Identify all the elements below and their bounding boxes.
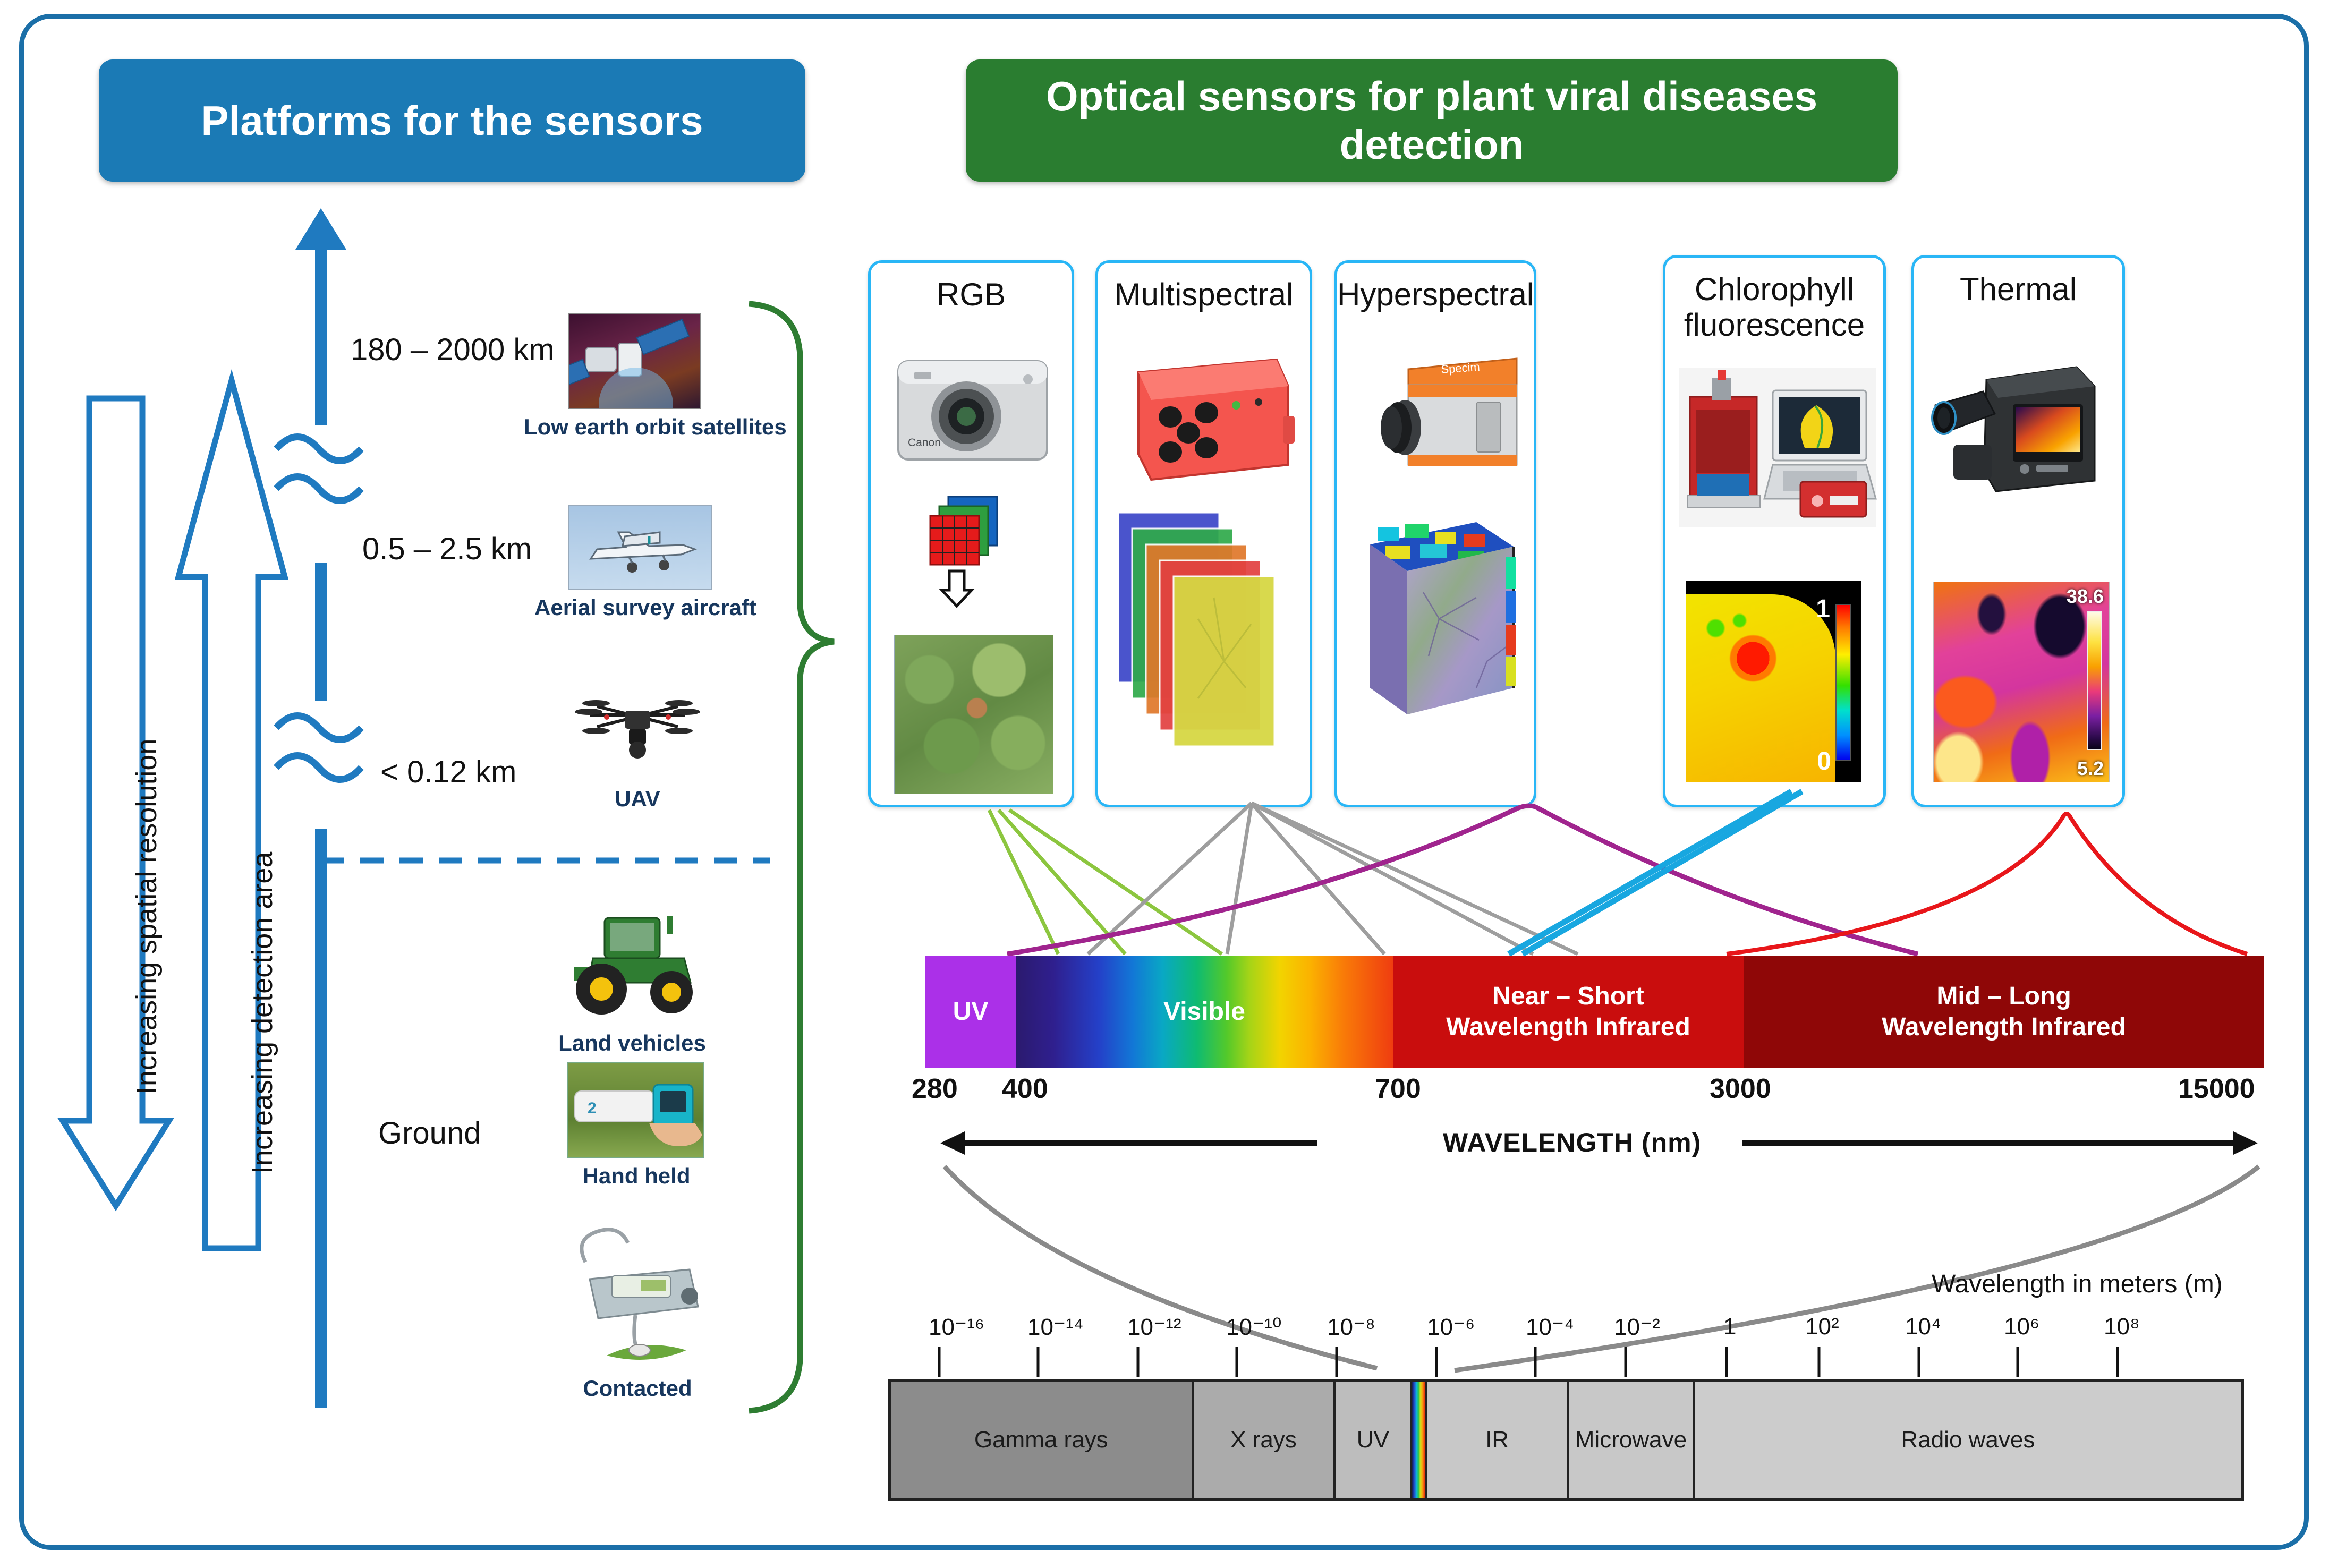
sensor-box-multispectral[interactable]: Multispectral: [1095, 260, 1312, 807]
spectrum-band-uv-label: UV: [953, 998, 989, 1026]
thermal-legend-max: 38.6: [2066, 585, 2104, 607]
em-tick-label-7: 10⁻²: [1614, 1314, 1660, 1340]
fluorescence-colorbar: [1835, 604, 1851, 761]
spectrum-band-visible-label: Visible: [1163, 998, 1245, 1026]
altitude-uav: < 0.12 km: [380, 755, 517, 789]
handheld-sensor-icon: 2: [567, 1062, 704, 1158]
em-band-ir-label: IR: [1485, 1427, 1509, 1453]
svg-text:2: 2: [588, 1100, 597, 1117]
spectrum-tick-280: 280: [912, 1073, 958, 1104]
label-spatial-resolution: Increasing spatial resolution: [131, 738, 163, 1094]
em-tick-label-0: 10⁻¹⁶: [929, 1314, 984, 1340]
em-band-visible[interactable]: [1412, 1382, 1427, 1498]
contact-sensor-icon: [556, 1216, 715, 1370]
fluorescence-legend-min: 0: [1817, 747, 1831, 776]
em-band-x-rays[interactable]: X rays: [1193, 1382, 1336, 1498]
em-tick-label-8: 1: [1723, 1314, 1737, 1340]
sensor-title-multispectral: Multispectral: [1114, 277, 1294, 312]
sensor-box-chlorophyll-fluorescence[interactable]: Chlorophyll fluorescence 1 0: [1663, 255, 1886, 807]
fluorescence-leaf-image: 1 0: [1686, 581, 1861, 782]
sensor-title-rgb: RGB: [936, 277, 1006, 312]
em-tick-label-12: 10⁸: [2104, 1314, 2140, 1340]
em-spectrum-bar: Gamma rays X rays UV IR Microwave Radio …: [888, 1379, 2244, 1501]
caption-land-vehicles: Land vehicles: [558, 1030, 706, 1055]
spectrum-band-visible[interactable]: Visible: [1016, 956, 1393, 1068]
spectrum-tick-400: 400: [1002, 1073, 1048, 1104]
caption-contacted: Contacted: [583, 1376, 692, 1401]
em-tick-label-2: 10⁻¹²: [1127, 1314, 1182, 1340]
spectrum-tick-15000: 15000: [2178, 1073, 2255, 1104]
em-tick-label-6: 10⁻⁴: [1526, 1314, 1575, 1340]
spectrum-band-nir-line1: Near – Short: [1492, 982, 1644, 1011]
em-band-radio-label: Radio waves: [1901, 1427, 2035, 1453]
altitude-satellite: 180 – 2000 km: [351, 333, 555, 367]
spectrum-band-uv[interactable]: UV: [925, 956, 1016, 1068]
em-spectrum-caption: Wavelength in meters (m): [1932, 1270, 2223, 1298]
aircraft-icon: [568, 505, 712, 590]
em-band-uv[interactable]: UV: [1336, 1382, 1413, 1498]
spectrum-band-mir[interactable]: Mid – Long Wavelength Infrared: [1744, 956, 2264, 1068]
spectrum-band-nir-line2: Wavelength Infrared: [1446, 1013, 1690, 1041]
em-band-microwave[interactable]: Microwave: [1569, 1382, 1695, 1498]
spectrum-band-mir-line1: Mid – Long: [1936, 982, 2071, 1011]
rgb-leaf-image: [894, 635, 1053, 794]
sensor-box-hyperspectral[interactable]: Hyperspectral Specim: [1334, 260, 1536, 807]
fluorescence-legend-max: 1: [1816, 595, 1830, 623]
altitude-aircraft: 0.5 – 2.5 km: [362, 532, 532, 566]
em-band-uv-label: UV: [1356, 1427, 1389, 1453]
label-ground: Ground: [378, 1116, 481, 1151]
thermal-legend-min: 5.2: [2077, 757, 2104, 779]
em-band-xray-label: X rays: [1230, 1427, 1297, 1453]
em-tick-label-4: 10⁻⁸: [1327, 1314, 1375, 1340]
hyperspectral-camera-icon: Specim: [1370, 357, 1518, 714]
em-tick-label-1: 10⁻¹⁴: [1027, 1314, 1084, 1340]
thermal-colorbar: [2087, 611, 2102, 750]
sensor-title-thermal: Thermal: [1959, 271, 2077, 307]
spectrum-tick-700: 700: [1375, 1073, 1421, 1104]
sensor-title-hyperspectral: Hyperspectral: [1337, 277, 1534, 312]
header-sensors: Optical sensors for plant viral diseases…: [966, 59, 1898, 182]
em-band-ir[interactable]: IR: [1427, 1382, 1570, 1498]
wavelength-axis-title: WAVELENGTH (nm): [1443, 1128, 1702, 1157]
em-tick-label-9: 10²: [1805, 1314, 1839, 1340]
sensor-title-chlorophyll: Chlorophyll: [1694, 271, 1855, 307]
sensor-subtitle-fluorescence: fluorescence: [1684, 307, 1865, 343]
sensor-box-rgb[interactable]: RGB Canon: [868, 260, 1074, 807]
svg-text:Specim: Specim: [1441, 360, 1481, 376]
em-tick-label-10: 10⁴: [1905, 1314, 1941, 1340]
tractor-icon: [542, 903, 722, 1025]
wavelength-spectrum-bar: UV Visible Near – Short Wavelength Infra…: [925, 956, 2264, 1068]
svg-text:Canon: Canon: [908, 437, 941, 449]
satellite-icon: [568, 313, 701, 409]
caption-uav: UAV: [615, 786, 660, 811]
spectrum-band-nir[interactable]: Near – Short Wavelength Infrared: [1393, 956, 1744, 1068]
em-band-gamma-rays[interactable]: Gamma rays: [891, 1382, 1194, 1498]
header-platforms: Platforms for the sensors: [99, 59, 805, 182]
sensor-box-thermal[interactable]: Thermal 38.6 5.2: [1911, 255, 2125, 807]
drone-icon: [558, 685, 717, 781]
em-tick-label-11: 10⁶: [2004, 1314, 2040, 1340]
multispectral-camera-icon: [1117, 358, 1295, 747]
em-tick-label-5: 10⁻⁶: [1427, 1314, 1475, 1340]
spectrum-tick-3000: 3000: [1710, 1073, 1771, 1104]
spectrum-band-mir-line2: Wavelength Infrared: [1882, 1013, 2126, 1041]
caption-satellite: Low earth orbit satellites: [524, 414, 787, 439]
caption-hand-held: Hand held: [582, 1163, 691, 1188]
em-band-gamma-label: Gamma rays: [974, 1427, 1108, 1453]
em-tick-label-3: 10⁻¹⁰: [1226, 1314, 1282, 1340]
label-detection-area: Increasing detection area: [246, 851, 278, 1174]
thermal-canopy-image: 38.6 5.2: [1933, 582, 2110, 782]
em-band-radio-waves[interactable]: Radio waves: [1694, 1382, 2242, 1498]
caption-aircraft: Aerial survey aircraft: [534, 595, 756, 620]
em-band-microwave-label: Microwave: [1575, 1427, 1687, 1453]
